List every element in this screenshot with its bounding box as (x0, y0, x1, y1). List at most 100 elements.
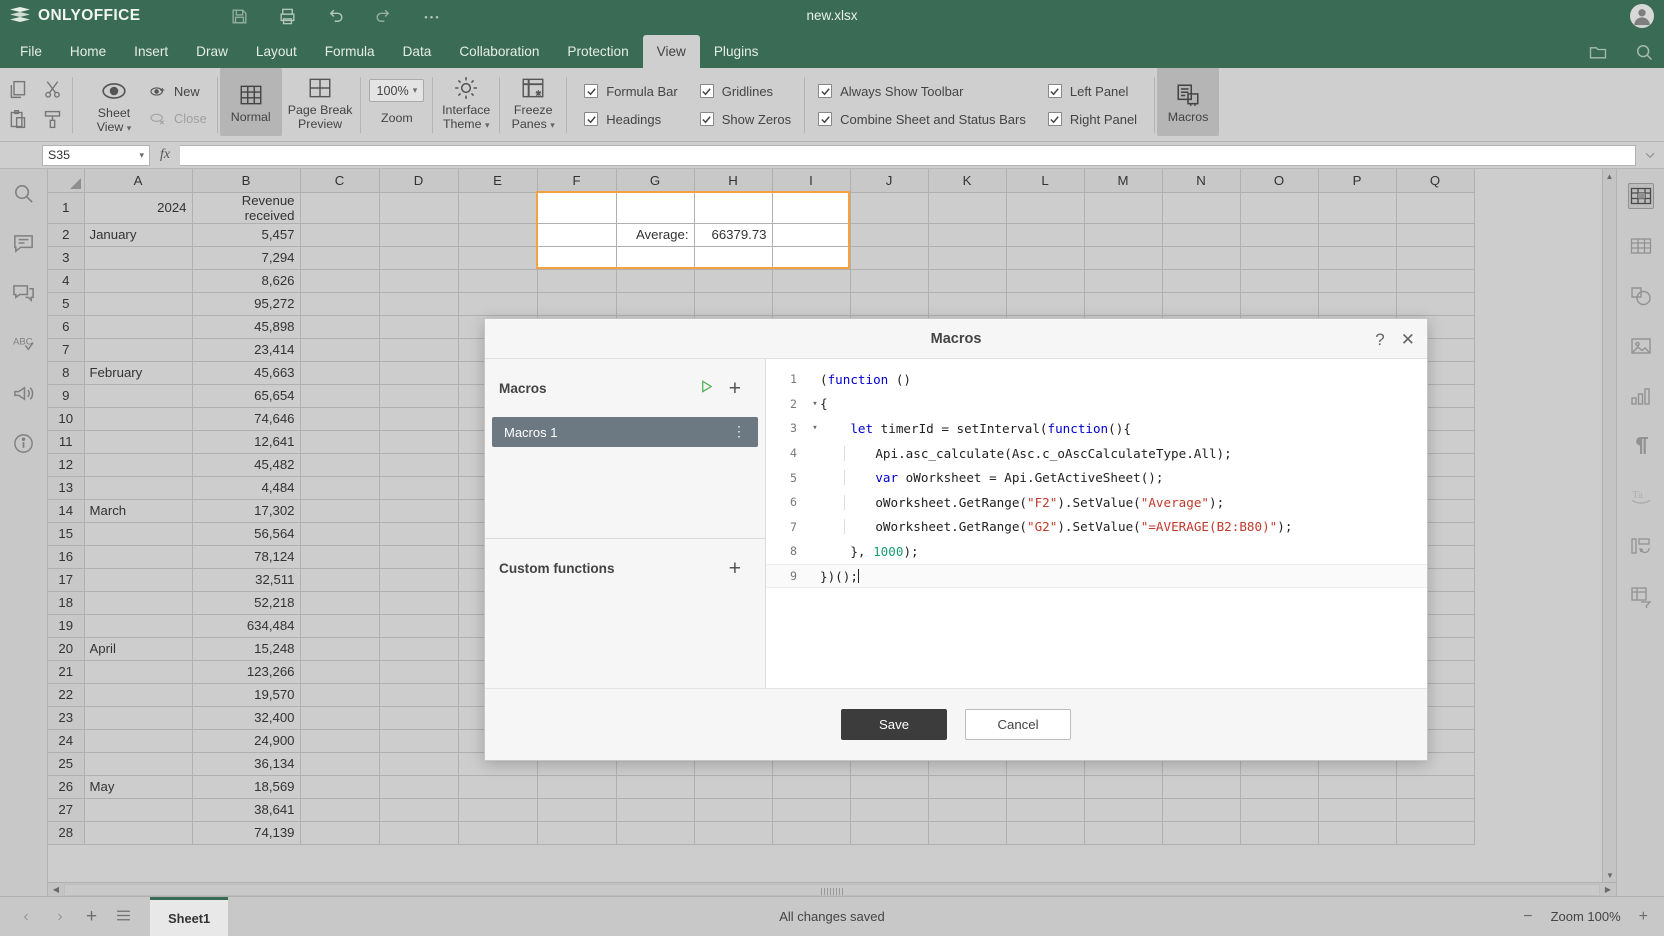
undo-icon[interactable] (325, 6, 345, 26)
cell-K28[interactable] (928, 821, 1007, 845)
column-header-O[interactable]: O (1240, 169, 1319, 193)
cell-H4[interactable] (694, 269, 773, 293)
select-all-corner[interactable] (48, 169, 85, 193)
cell-J27[interactable] (850, 798, 929, 822)
code-line-8[interactable]: 8 }, 1000); (766, 539, 1427, 564)
row-header-6[interactable]: 6 (48, 315, 85, 339)
cell-N4[interactable] (1162, 269, 1241, 293)
cell-B25[interactable]: 36,134 (192, 752, 301, 776)
table-settings-icon[interactable] (1628, 233, 1654, 259)
normal-view-button[interactable]: Normal (219, 68, 282, 136)
cell-A28[interactable] (84, 821, 193, 845)
code-line-2[interactable]: 2 ▾{ (766, 392, 1427, 417)
cell-A2[interactable]: January (84, 223, 193, 247)
cell-M1[interactable] (1084, 192, 1163, 224)
row-header-20[interactable]: 20 (48, 637, 85, 661)
cell-A24[interactable] (84, 729, 193, 753)
freeze-panes-button[interactable]: Freeze Panes ▾ (502, 68, 564, 136)
cell-settings-icon[interactable] (1627, 183, 1654, 209)
column-header-K[interactable]: K (928, 169, 1007, 193)
cell-I27[interactable] (772, 798, 851, 822)
cell-B15[interactable]: 56,564 (192, 522, 301, 546)
add-sheet-icon[interactable]: + (86, 906, 97, 928)
cell-H1[interactable] (694, 192, 773, 224)
column-header-B[interactable]: B (192, 169, 301, 193)
row-header-13[interactable]: 13 (48, 476, 85, 500)
macros-list[interactable]: Macros 1 ⋮ (485, 417, 765, 447)
row-header-12[interactable]: 12 (48, 453, 85, 477)
cell-A4[interactable] (84, 269, 193, 293)
save-icon[interactable] (229, 6, 249, 26)
cell-B5[interactable]: 95,272 (192, 292, 301, 316)
cell-F28[interactable] (537, 821, 617, 845)
cell-O4[interactable] (1240, 269, 1319, 293)
spellcheck-icon[interactable]: ABC (12, 331, 36, 355)
cell-B23[interactable]: 32,400 (192, 706, 301, 730)
sheet-list-icon[interactable] (115, 907, 132, 927)
cell-I4[interactable] (772, 269, 851, 293)
about-icon[interactable] (12, 431, 36, 455)
cell-D22[interactable] (379, 683, 459, 707)
cell-J28[interactable] (850, 821, 929, 845)
row-header-9[interactable]: 9 (48, 384, 85, 408)
cell-O2[interactable] (1240, 223, 1319, 247)
column-header-Q[interactable]: Q (1396, 169, 1475, 193)
column-header-C[interactable]: C (300, 169, 380, 193)
zoom-select[interactable]: 100% ▾ (369, 79, 425, 102)
cell-C25[interactable] (300, 752, 380, 776)
slicer-settings-icon[interactable] (1628, 533, 1654, 559)
cell-N2[interactable] (1162, 223, 1241, 247)
cell-A20[interactable]: April (84, 637, 193, 661)
cell-C19[interactable] (300, 614, 380, 638)
cell-P28[interactable] (1318, 821, 1397, 845)
cell-C15[interactable] (300, 522, 380, 546)
hscroll-track[interactable] (64, 883, 1600, 896)
row-header-23[interactable]: 23 (48, 706, 85, 730)
paste-icon[interactable] (7, 109, 28, 130)
cell-D21[interactable] (379, 660, 459, 684)
cell-C23[interactable] (300, 706, 380, 730)
code-line-4[interactable]: 4 Api.asc_calculate(Asc.c_oAscCalculateT… (766, 441, 1427, 466)
row-header-18[interactable]: 18 (48, 591, 85, 615)
fold-toggle-2[interactable]: ▾ (810, 399, 820, 409)
cell-E2[interactable] (458, 223, 538, 247)
cell-C9[interactable] (300, 384, 380, 408)
cell-N27[interactable] (1162, 798, 1241, 822)
tab-formula[interactable]: Formula (311, 35, 389, 68)
cell-A16[interactable] (84, 545, 193, 569)
cell-A5[interactable] (84, 292, 193, 316)
column-header-E[interactable]: E (458, 169, 538, 193)
format-painter-icon[interactable] (42, 109, 63, 130)
cell-N1[interactable] (1162, 192, 1241, 224)
cell-D18[interactable] (379, 591, 459, 615)
cell-B12[interactable]: 45,482 (192, 453, 301, 477)
cell-G4[interactable] (616, 269, 695, 293)
cell-O28[interactable] (1240, 821, 1319, 845)
cell-E5[interactable] (458, 292, 538, 316)
page-break-preview-button[interactable]: Page Break Preview (282, 68, 359, 136)
cell-A3[interactable] (84, 246, 193, 270)
row-header-10[interactable]: 10 (48, 407, 85, 431)
cell-A23[interactable] (84, 706, 193, 730)
row-header-21[interactable]: 21 (48, 660, 85, 684)
cell-Q4[interactable] (1396, 269, 1475, 293)
cell-A6[interactable] (84, 315, 193, 339)
checkbox-headings[interactable]: Headings (584, 112, 678, 127)
cancel-button[interactable]: Cancel (965, 709, 1071, 740)
cell-D2[interactable] (379, 223, 459, 247)
cell-D13[interactable] (379, 476, 459, 500)
cell-H27[interactable] (694, 798, 773, 822)
cell-A8[interactable]: February (84, 361, 193, 385)
column-header-D[interactable]: D (379, 169, 459, 193)
fold-toggle-3[interactable]: ▾ (810, 423, 820, 433)
cell-D19[interactable] (379, 614, 459, 638)
cell-D12[interactable] (379, 453, 459, 477)
cell-F3[interactable] (537, 246, 617, 270)
cell-I1[interactable] (772, 192, 851, 224)
cell-C16[interactable] (300, 545, 380, 569)
code-line-5[interactable]: 5 var oWorksheet = Api.GetActiveSheet(); (766, 465, 1427, 490)
cell-N5[interactable] (1162, 292, 1241, 316)
cell-G5[interactable] (616, 292, 695, 316)
row-header-3[interactable]: 3 (48, 246, 85, 270)
row-header-7[interactable]: 7 (48, 338, 85, 362)
